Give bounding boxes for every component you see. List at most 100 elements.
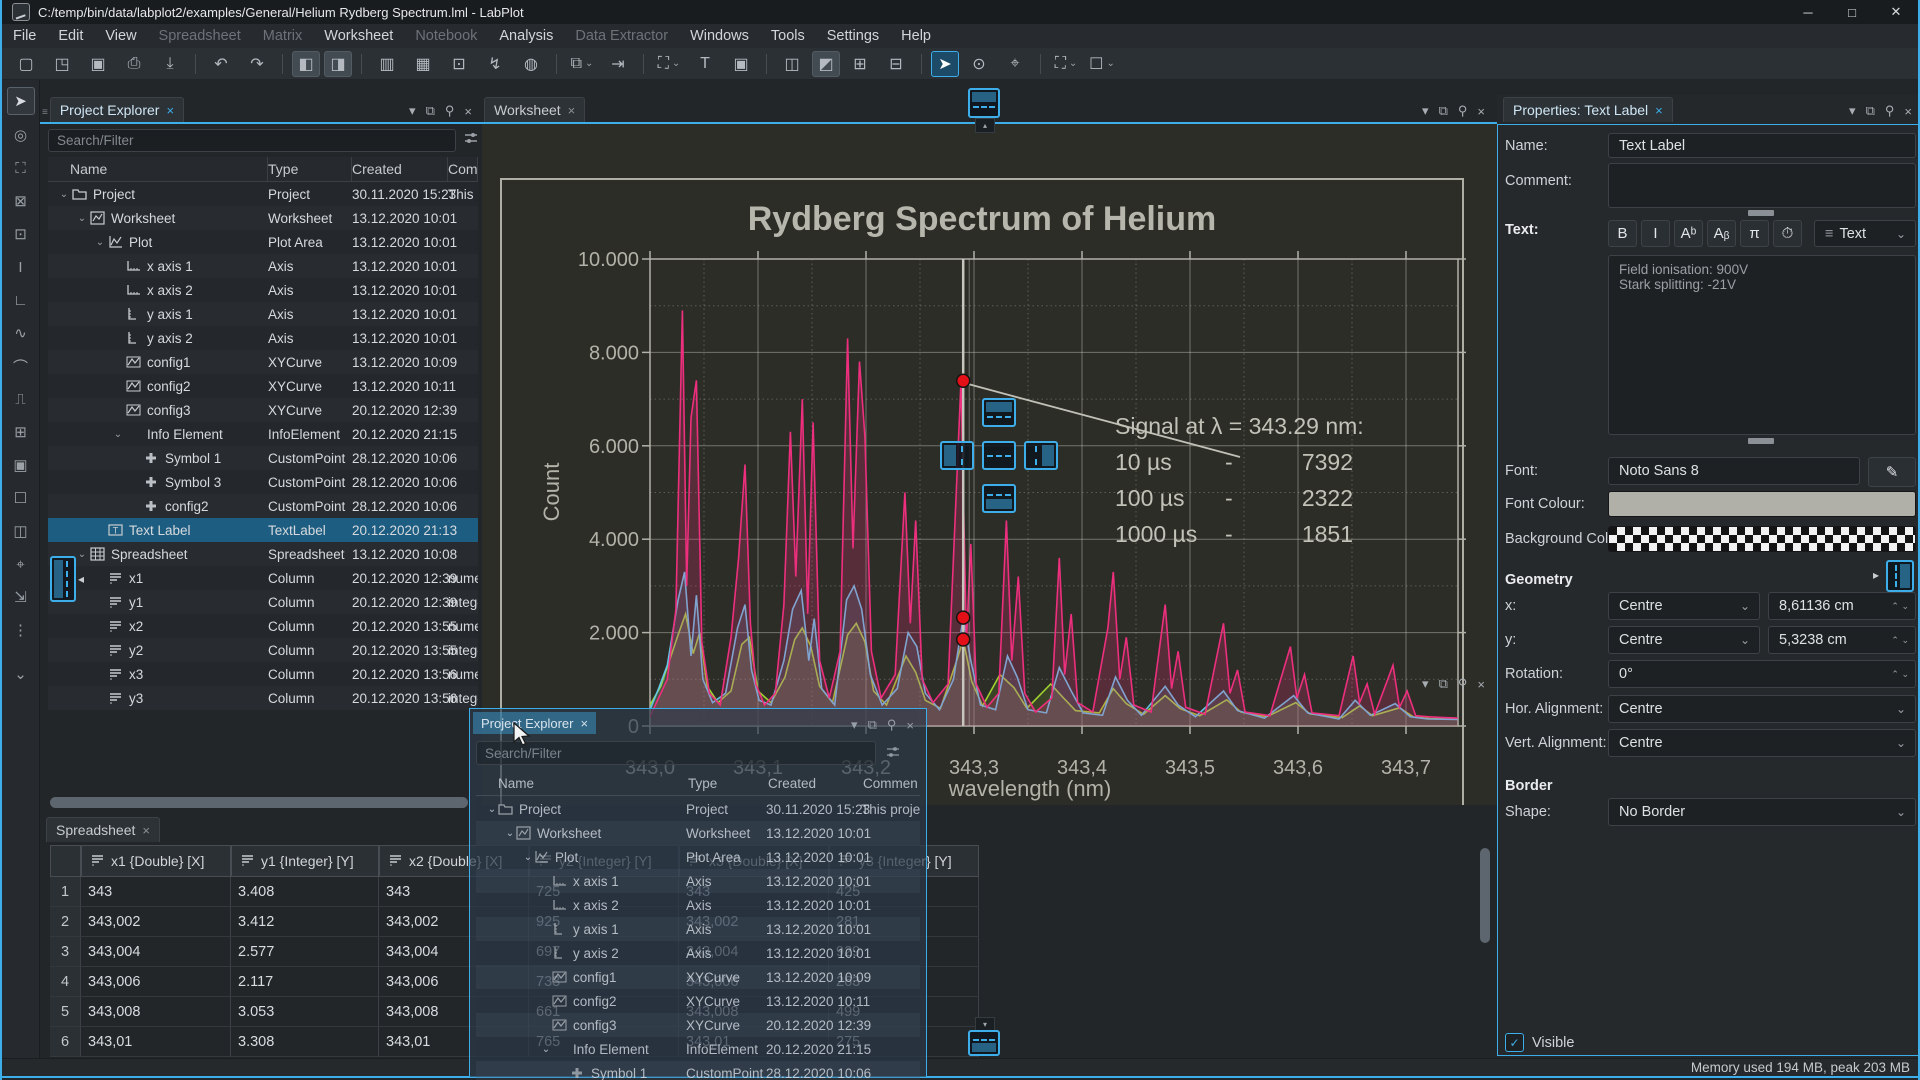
expander-icon[interactable]: ⌄ (540, 1044, 552, 1055)
subscript-button[interactable]: Aᵦ (1707, 220, 1736, 247)
data-cell[interactable]: 343,01 (81, 1027, 231, 1057)
add-text-label-button[interactable]: T (689, 51, 721, 77)
layout-horizontal-button[interactable]: ◫ (776, 51, 808, 77)
menu-windows[interactable]: Windows (679, 24, 760, 48)
tree-row-config2[interactable]: config2XYCurve13.12.2020 10:11 (48, 374, 478, 398)
floating-tree-row-worksheet[interactable]: ⌄WorksheetWorksheet13.12.2020 10:01 (476, 821, 920, 845)
tree-row-config2[interactable]: config2CustomPoint28.12.2020 10:06 (48, 494, 478, 518)
text-resize-grip[interactable] (1748, 438, 1774, 444)
pin-icon[interactable]: ⚲ (1885, 103, 1895, 119)
vert-alignment-combo[interactable]: Centre (1608, 729, 1916, 757)
floating-filter-options-icon[interactable] (886, 745, 900, 764)
close-tab-icon[interactable]: × (1655, 103, 1663, 118)
collapse-icon[interactable]: ▾ (851, 717, 858, 733)
box-select-tool-button[interactable]: ⊠ (8, 188, 34, 214)
expander-icon[interactable]: ⌄ (522, 852, 534, 863)
close-tab-icon[interactable]: × (142, 823, 150, 838)
y-value-field[interactable]: 5,3238 cm (1768, 626, 1916, 654)
info-element-text[interactable]: Signal at λ = 343.29 nm: 10 µs-7392100 µ… (1115, 413, 1364, 548)
column-header-comment[interactable]: Comment (448, 157, 478, 181)
shape-combo[interactable]: No Border (1608, 798, 1916, 826)
select-region-dropdown-button[interactable]: ⛶⌄ (1050, 51, 1082, 77)
column-header-x1[interactable]: x1 {Double} [X] (81, 845, 231, 877)
tree-row-x1[interactable]: x1Column20.12.2020 12:39numerical (48, 566, 478, 590)
tree-row-x-axis-1[interactable]: x axis 1Axis13.12.2020 10:01 (48, 254, 478, 278)
close-icon[interactable]: × (1477, 677, 1485, 692)
data-cell[interactable]: 343,006 (81, 967, 231, 997)
open-project-button[interactable]: ◳ (46, 51, 78, 77)
data-cell[interactable]: 343 (81, 877, 231, 907)
close-icon[interactable]: × (1477, 104, 1485, 119)
undo-button[interactable]: ↶ (205, 51, 237, 77)
add-image-button[interactable]: ▣ (725, 51, 757, 77)
column-header-commen[interactable]: Commen (863, 776, 918, 791)
maximize-button[interactable]: □ (1830, 0, 1874, 24)
new-worksheet-button[interactable]: ▥ (371, 51, 403, 77)
region-select-tool-button[interactable]: ⊡ (8, 221, 34, 247)
tree-row-y2[interactable]: y2Column20.12.2020 13:55integer da (48, 638, 478, 662)
grid-tool-tool-button[interactable]: ⊞ (8, 419, 34, 445)
close-tab-icon[interactable]: × (568, 103, 576, 118)
tab-spreadsheet[interactable]: Spreadsheet× (46, 817, 160, 842)
expander-icon[interactable]: ⌄ (76, 549, 88, 560)
toggle-properties-dock-button[interactable]: ◨ (324, 51, 352, 77)
float-icon[interactable]: ⧉ (1439, 676, 1448, 692)
menu-tools[interactable]: Tools (760, 24, 816, 48)
menu-analysis[interactable]: Analysis (488, 24, 564, 48)
visible-checkbox[interactable]: ✓Visible (1505, 1033, 1574, 1052)
minimize-button[interactable]: ─ (1786, 0, 1830, 24)
toggle-project-explorer-button[interactable]: ◧ (292, 51, 320, 77)
more-tools-tool-button[interactable]: ⋮ (8, 617, 34, 643)
data-cell[interactable]: 2.117 (231, 967, 379, 997)
close-icon[interactable]: × (906, 718, 914, 733)
close-icon[interactable]: × (464, 104, 472, 119)
resize-tool-tool-button[interactable]: ⇲ (8, 584, 34, 610)
column-header-name[interactable]: Name (48, 157, 268, 181)
color-picker-button[interactable]: ◍ (515, 51, 547, 77)
text-mode-dropdown[interactable]: ≡Text (1814, 220, 1916, 247)
datetime-button[interactable]: ⏱ (1773, 220, 1802, 247)
column-header-type[interactable]: Type (688, 776, 768, 791)
floating-tree-row-symbol-1[interactable]: Symbol 1CustomPoint28.12.2020 10:06 (476, 1061, 920, 1080)
data-cell[interactable]: 343,002 (81, 907, 231, 937)
menu-settings[interactable]: Settings (816, 24, 890, 48)
expander-icon[interactable]: ⌄ (94, 237, 106, 248)
comment-resize-grip[interactable] (1748, 210, 1774, 216)
region-2-tool-button[interactable]: ◫ (8, 518, 34, 544)
tree-row-y3[interactable]: y3Column20.12.2020 13:56integer da (48, 686, 478, 710)
pin-icon[interactable]: ⚲ (887, 717, 897, 733)
name-field[interactable]: Text Label (1608, 133, 1916, 158)
expander-icon[interactable]: ⌄ (504, 828, 516, 839)
tree-row-info-element[interactable]: ⌄Info ElementInfoElement20.12.2020 21:15 (48, 422, 478, 446)
column-header-y1[interactable]: y1 {Integer} [Y] (231, 845, 379, 877)
floating-tree-row-config2[interactable]: config2XYCurve13.12.2020 10:11 (476, 989, 920, 1013)
floating-tree-row-y-axis-2[interactable]: y axis 2Axis13.12.2020 10:01 (476, 941, 920, 965)
more-tools-chevron-icon[interactable]: ⌄ (8, 661, 34, 687)
floating-tree-row-x-axis-2[interactable]: x axis 2Axis13.12.2020 10:01 (476, 893, 920, 917)
close-button[interactable]: ✕ (1874, 0, 1918, 24)
save-project-button[interactable]: ▣ (82, 51, 114, 77)
layout-grid-button[interactable]: ⊞ (844, 51, 876, 77)
layout-vertical-button[interactable]: ◩ (812, 51, 840, 77)
image-tool-tool-button[interactable]: ▣ (8, 452, 34, 478)
superscript-button[interactable]: Aᵇ (1674, 220, 1703, 247)
floating-tree-row-config1[interactable]: config1XYCurve13.12.2020 10:09 (476, 965, 920, 989)
export-worksheet-button[interactable]: ⇥ (602, 51, 634, 77)
zoom-dropdown-button[interactable]: ⛶⌄ (653, 51, 685, 77)
floating-tree-row-x-axis-1[interactable]: x axis 1Axis13.12.2020 10:01 (476, 869, 920, 893)
close-tab-icon[interactable]: × (166, 103, 174, 118)
data-cell[interactable]: 2.577 (231, 937, 379, 967)
search-filter-input[interactable]: Search/Filter (48, 129, 456, 152)
crosshair-tool-button[interactable]: ◎ (8, 122, 34, 148)
tree-row-project[interactable]: ⌄ProjectProject30.11.2020 15:23This proj… (48, 182, 478, 206)
insert-text-tool-button[interactable]: I (8, 254, 34, 280)
collapse-icon[interactable]: ▾ (1849, 103, 1856, 119)
tree-row-config1[interactable]: config1XYCurve13.12.2020 10:09 (48, 350, 478, 374)
close-tab-icon[interactable]: × (580, 716, 588, 731)
new-matrix-button[interactable]: ⊡ (443, 51, 475, 77)
pin-icon[interactable]: ⚲ (1458, 676, 1468, 692)
collapse-icon[interactable]: ▾ (1422, 676, 1429, 692)
column-header-type[interactable]: Type (268, 157, 352, 181)
column-header-created[interactable]: Created (352, 157, 448, 181)
tree-row-worksheet[interactable]: ⌄WorksheetWorksheet13.12.2020 10:01 (48, 206, 478, 230)
